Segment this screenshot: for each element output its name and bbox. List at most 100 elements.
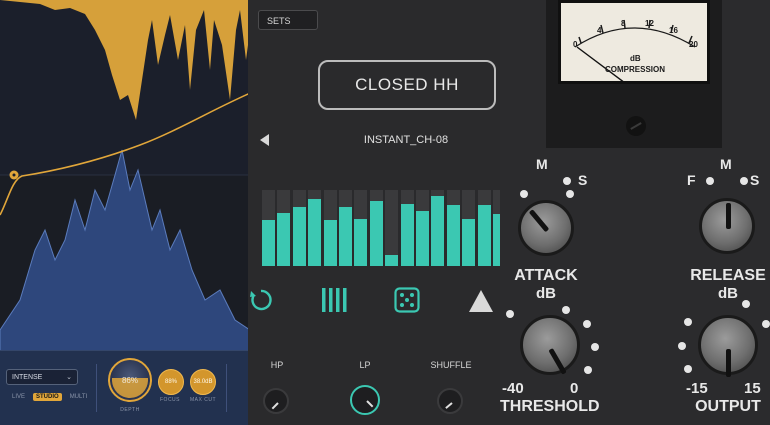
output-max: 15	[744, 380, 761, 397]
meter-needle	[576, 46, 624, 81]
spectral-plugin-panel: INTENSE ⌄ LIVE STUDIO MULTI 86% DEPTH 88…	[0, 0, 262, 425]
step-level-bar	[431, 196, 445, 266]
step-slot[interactable]	[446, 190, 460, 266]
step-slot[interactable]	[308, 190, 322, 266]
play-icon[interactable]	[468, 289, 494, 313]
threshold-dot	[562, 306, 570, 314]
output-label: OUTPUT	[695, 398, 761, 415]
release-dot	[706, 177, 714, 185]
step-slot[interactable]	[431, 190, 445, 266]
release-label: RELEASE	[690, 267, 766, 284]
meter-tick-8: 8	[621, 19, 626, 28]
meter-tick-20: 20	[689, 40, 698, 49]
output-dot	[762, 320, 770, 328]
threshold-dot	[591, 343, 599, 351]
attack-knob[interactable]	[518, 200, 574, 256]
output-dot	[678, 342, 686, 350]
compression-meter: 0 4 8 12 16 20 dB COMPRESSION	[558, 0, 710, 84]
release-m-label: M	[720, 156, 732, 172]
output-dot	[684, 318, 692, 326]
threshold-label: THRESHOLD	[500, 398, 600, 415]
step-slot[interactable]	[292, 190, 306, 266]
meter-unit: dB	[630, 54, 641, 63]
attack-s-label: S	[578, 172, 588, 188]
step-level-bar	[277, 213, 291, 266]
max-cut-knob[interactable]: 38.0dB	[190, 369, 216, 395]
step-level-bar	[477, 205, 491, 266]
depth-value: 86%	[121, 375, 138, 385]
attack-m-label: M	[536, 156, 548, 172]
meter-tick-16: 16	[669, 26, 678, 35]
step-slot[interactable]	[277, 190, 291, 266]
max-cut-label: MAX CUT	[190, 397, 216, 403]
meter-tick-0: 0	[573, 40, 578, 49]
step-level-bar	[262, 220, 275, 266]
depth-knob[interactable]: 86%	[108, 358, 152, 402]
shuffle-label: SHUFFLE	[430, 360, 472, 370]
screw-icon	[626, 116, 646, 136]
lp-label: LP	[359, 360, 371, 370]
step-slot[interactable]	[385, 190, 399, 266]
meter-label: COMPRESSION	[605, 65, 666, 74]
lp-knob[interactable]	[350, 385, 380, 415]
output-knob[interactable]	[698, 315, 758, 377]
step-slot[interactable]	[369, 190, 383, 266]
release-knob[interactable]	[699, 198, 755, 254]
spectrum-fill	[0, 150, 262, 350]
step-level-bar	[292, 207, 306, 266]
threshold-dot	[506, 310, 514, 318]
step-slot[interactable]	[354, 190, 368, 266]
step-level-bar	[308, 199, 322, 266]
attack-label: ATTACK	[514, 267, 578, 284]
step-slot[interactable]	[400, 190, 414, 266]
chevron-down-icon: ⌄	[66, 374, 72, 381]
step-level-bar	[323, 220, 337, 266]
step-slot[interactable]	[262, 190, 275, 266]
step-slot[interactable]	[477, 190, 491, 266]
attack-unit: dB	[536, 285, 556, 302]
tab-studio[interactable]: STUDIO	[33, 393, 62, 401]
divider	[96, 364, 97, 412]
step-level-bar	[446, 205, 460, 266]
mode-dropdown[interactable]: INTENSE ⌄	[6, 369, 78, 385]
step-slot[interactable]	[323, 190, 337, 266]
attack-dot	[520, 190, 528, 198]
step-slot[interactable]	[416, 190, 429, 266]
step-level-bar	[385, 255, 399, 266]
step-level-bar	[339, 207, 352, 266]
focus-knob[interactable]: 88%	[158, 369, 184, 395]
shuffle-knob[interactable]	[437, 388, 463, 414]
output-dot	[742, 300, 750, 308]
tab-multi[interactable]: MULTI	[67, 393, 91, 401]
step-slot[interactable]	[339, 190, 352, 266]
depth-label: DEPTH	[120, 407, 140, 413]
output-dot	[684, 365, 692, 373]
steps-icon[interactable]	[320, 286, 348, 314]
divider	[226, 364, 227, 412]
release-f-label: F	[687, 172, 696, 188]
step-level-bar	[354, 219, 368, 266]
tab-live[interactable]: LIVE	[9, 393, 28, 401]
threshold-max: 0	[570, 380, 579, 397]
attack-dot	[566, 190, 574, 198]
attack-dot	[563, 177, 571, 185]
max-cut-value: 38.0dB	[193, 379, 213, 385]
meter-tick-4: 4	[597, 26, 602, 35]
threshold-min: -40	[502, 380, 524, 397]
refresh-icon[interactable]	[248, 287, 274, 313]
step-level-bar	[462, 219, 476, 266]
meter-tick-12: 12	[645, 19, 654, 28]
dice-icon[interactable]	[394, 287, 420, 313]
step-level-bar	[369, 201, 383, 266]
step-level-bar	[416, 211, 429, 266]
output-min: -15	[686, 380, 708, 397]
threshold-knob[interactable]	[520, 315, 580, 375]
step-level-bar	[400, 204, 414, 266]
threshold-dot	[583, 320, 591, 328]
focus-label: FOCUS	[160, 397, 180, 403]
hp-knob[interactable]	[263, 388, 289, 414]
step-slot[interactable]	[462, 190, 476, 266]
release-unit: dB	[718, 285, 738, 302]
focus-value: 88%	[164, 379, 177, 385]
mode-dropdown-label: INTENSE	[12, 374, 43, 381]
